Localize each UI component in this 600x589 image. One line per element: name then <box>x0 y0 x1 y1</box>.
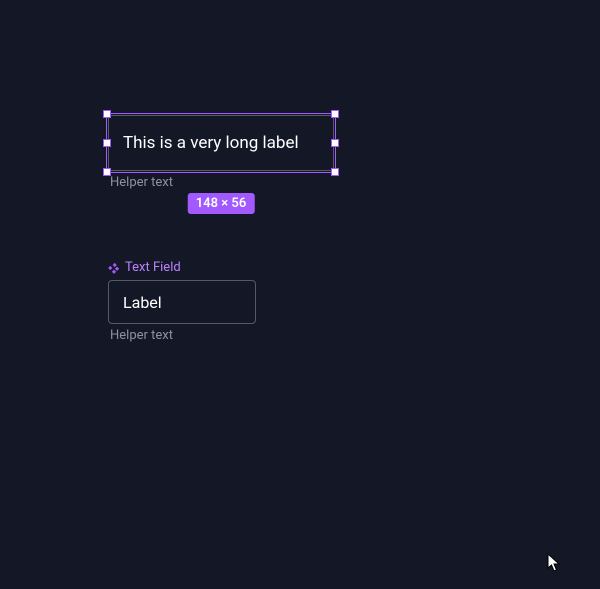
dimension-badge: 148 × 56 <box>188 193 255 214</box>
text-field-component[interactable]: Text Field Label Helper text <box>108 260 258 343</box>
mouse-cursor-icon <box>547 553 563 573</box>
helper-text: Helper text <box>108 328 258 343</box>
component-name-text: Text Field <box>125 260 181 275</box>
text-field-input[interactable]: This is a very long label <box>108 115 334 171</box>
text-field-label: This is a very long label <box>123 133 299 153</box>
text-field-input[interactable]: Label <box>108 280 256 324</box>
text-field-label: Label <box>123 293 162 312</box>
selected-text-field-frame[interactable]: This is a very long label Helper text 14… <box>108 115 334 190</box>
component-name-label: Text Field <box>108 260 258 275</box>
component-icon <box>108 262 120 274</box>
helper-text: Helper text <box>108 175 334 190</box>
